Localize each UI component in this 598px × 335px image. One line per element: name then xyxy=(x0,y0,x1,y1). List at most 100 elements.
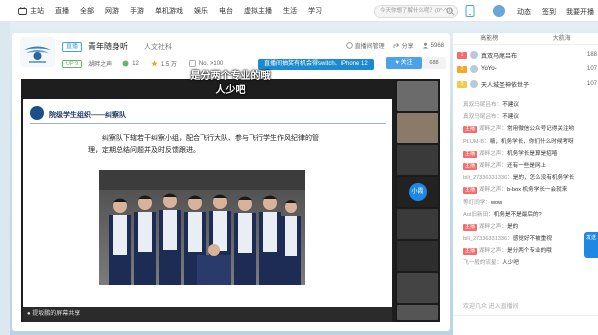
chat-text: b-box 机务学长一会就来 xyxy=(507,187,568,194)
sub-category-link[interactable]: 人文社科 xyxy=(144,42,172,52)
share-link[interactable]: 分享 xyxy=(402,41,414,50)
participant-thumb[interactable] xyxy=(397,241,438,271)
rank-row[interactable]: 1 真双马尾吕布 188 xyxy=(457,49,597,61)
nav-virtual[interactable]: 虚拟主播 xyxy=(244,6,272,16)
participant-thumb-avatar[interactable]: 小霞 xyxy=(397,177,438,207)
chat-message: PLUM-B：啵，机务学长，你们什么时候考呀 xyxy=(463,136,593,148)
rank-number: 1 xyxy=(457,51,467,59)
avatar xyxy=(470,65,478,73)
user-avatar[interactable] xyxy=(492,4,506,18)
participant-thumb[interactable] xyxy=(397,305,438,320)
chat-username[interactable]: 真双马尾吕布： xyxy=(463,114,502,120)
wings-logo-icon xyxy=(24,46,51,63)
chat-username[interactable]: 湖畔之声： xyxy=(479,163,507,169)
chat-text: 是的，怎么没有机务学长 xyxy=(512,175,575,182)
chat-username[interactable]: 真双马尾吕布： xyxy=(463,102,502,108)
streamer-badge: 主播 xyxy=(463,223,478,231)
chat-username[interactable]: 湖畔之声： xyxy=(479,187,507,193)
rank-tabs: 高能榜 大航海 xyxy=(453,33,598,45)
chat-username[interactable]: 湖畔之声： xyxy=(479,224,507,230)
slide-text: 纠察队下辖若干纠察小组，配合飞行大队、参与飞行学生作风纪律的管理，定期总结问题并… xyxy=(88,135,319,154)
side-floating-button[interactable]: 发送 xyxy=(584,232,598,258)
rank-name: 真双马尾吕布 xyxy=(481,53,518,60)
chat-text: 感觉好不被重视 xyxy=(512,236,552,243)
chat-text: 机务学长是算是招嘻 xyxy=(507,150,558,157)
students-photo-image xyxy=(99,170,305,285)
participant-thumbnails: 小霞 xyxy=(395,79,440,322)
welcome-text: 欢迎几众 进入直播间 xyxy=(463,304,519,310)
live-subtitle-1: 是分两个专业的哦 xyxy=(190,71,271,82)
rank-number: 3 xyxy=(457,80,467,88)
nav-online-games[interactable]: 网游 xyxy=(105,6,119,16)
chat-username[interactable]: 湖畔之声： xyxy=(479,126,507,132)
room-logo xyxy=(20,37,55,67)
room-manage-link[interactable]: 直播间管理 xyxy=(355,41,385,50)
viewer-count: 5968 xyxy=(430,42,444,49)
chat-panel: 高能榜 大航海 1 真双马尾吕布 188 2 YoYo- 107 3 天人城圣神… xyxy=(453,33,598,335)
avatar xyxy=(470,51,478,59)
chat-text: 啵，机务学长，你们什么时候考呀 xyxy=(489,138,574,145)
chat-message: 主播 湖畔之声：是的 xyxy=(463,221,593,233)
like-icon xyxy=(122,60,129,67)
participant-thumb[interactable] xyxy=(397,209,438,239)
search-input[interactable]: 今天你想了解什么呢？(0^-^0) xyxy=(374,5,458,18)
slide-divider xyxy=(30,123,386,124)
chat-username[interactable]: 湖畔之声： xyxy=(479,248,507,254)
chat-username[interactable]: 等灯同学： xyxy=(463,200,491,206)
participant-thumb[interactable] xyxy=(397,273,438,303)
chat-message: 主播 湖畔之声：还有一些是网上 xyxy=(463,160,593,172)
participant-thumb[interactable] xyxy=(397,81,438,111)
home-link[interactable]: 主站 xyxy=(18,6,44,16)
search-icon[interactable] xyxy=(446,7,455,16)
share-icon[interactable] xyxy=(393,42,400,49)
slide-title: 院级学生组织——纠察队 xyxy=(49,112,126,119)
participant-initial: 小霞 xyxy=(408,183,427,201)
follow-label: 关注 xyxy=(400,60,413,66)
top-nav: 主站 直播 全部 网游 手游 单机游戏 娱乐 电台 虚拟主播 生活 学习 今天你… xyxy=(0,0,598,22)
chat-username[interactable]: bili_27336331336： xyxy=(463,236,513,242)
heart-icon: ♥ xyxy=(395,60,399,66)
chat-username[interactable]: 湖畔之声： xyxy=(479,151,507,157)
video-player[interactable]: 院级学生组织——纠察队 纠察队下辖若干纠察小组，配合飞行大队、参与飞行学生作风纪… xyxy=(21,71,440,322)
download-app-icon[interactable] xyxy=(465,5,475,17)
nav-all[interactable]: 全部 xyxy=(80,6,94,16)
nav-checkin[interactable]: 签到 xyxy=(542,7,556,17)
rank-row[interactable]: 2 YoYo- 107 xyxy=(457,63,597,75)
rank-name: YoYo- xyxy=(481,66,497,72)
nav-life[interactable]: 生活 xyxy=(283,6,297,16)
chat-text: 机务是不是最后的? xyxy=(493,211,542,218)
streamer-badge: 主播 xyxy=(463,248,478,256)
rank-text: No. >100 xyxy=(198,60,224,67)
tab-voyage[interactable]: 大航海 xyxy=(526,33,598,44)
nav-mobile-games[interactable]: 手游 xyxy=(130,6,144,16)
chat-username[interactable]: PLUM-B： xyxy=(463,139,490,145)
chat-username[interactable]: 飞一般的流星： xyxy=(463,260,502,266)
nav-single-games[interactable]: 单机游戏 xyxy=(155,6,183,16)
avatar xyxy=(470,80,478,88)
chat-input-area[interactable] xyxy=(453,315,598,335)
nav-dynamic[interactable]: 动态 xyxy=(517,7,531,17)
like-count: 12 xyxy=(132,60,139,67)
nav-start-live[interactable]: 我要开播 xyxy=(566,7,594,17)
nav-entertainment[interactable]: 娱乐 xyxy=(194,6,208,16)
chat-username[interactable]: bili_27336331336： xyxy=(463,175,513,181)
rank-name: 天人城圣神依世子 xyxy=(481,82,530,89)
chat-message: 飞一般的流星：人少吧 xyxy=(463,257,593,269)
rank-value: 107 xyxy=(586,66,597,72)
live-room-card: 直播 青年随身听 人文社科 UP 9 湖畔之声 12 1.5 万 No. >10… xyxy=(12,33,450,331)
chat-username[interactable]: Aut旧新田： xyxy=(463,212,494,218)
chat-message: bili_27336331336：是的，怎么没有机务学长 xyxy=(463,172,593,184)
tab-high-energy[interactable]: 高能榜 xyxy=(453,33,526,44)
nav-live[interactable]: 直播 xyxy=(55,6,69,16)
participant-thumb[interactable] xyxy=(397,113,438,143)
nav-study[interactable]: 学习 xyxy=(308,6,322,16)
rank-value: 107 xyxy=(586,81,597,87)
group-photo xyxy=(99,170,305,285)
participant-thumb[interactable] xyxy=(397,145,438,175)
nav-radio[interactable]: 电台 xyxy=(219,6,233,16)
rank-number: 2 xyxy=(457,65,467,73)
rank-row[interactable]: 3 天人城圣神依世子 107 xyxy=(457,78,597,90)
chat-message: 主播 湖畔之声：b-box 机务学长一会就来 xyxy=(463,184,593,196)
chat-message: Aut旧新田：机务是不是最后的? xyxy=(463,209,593,221)
manage-icon xyxy=(345,42,353,49)
